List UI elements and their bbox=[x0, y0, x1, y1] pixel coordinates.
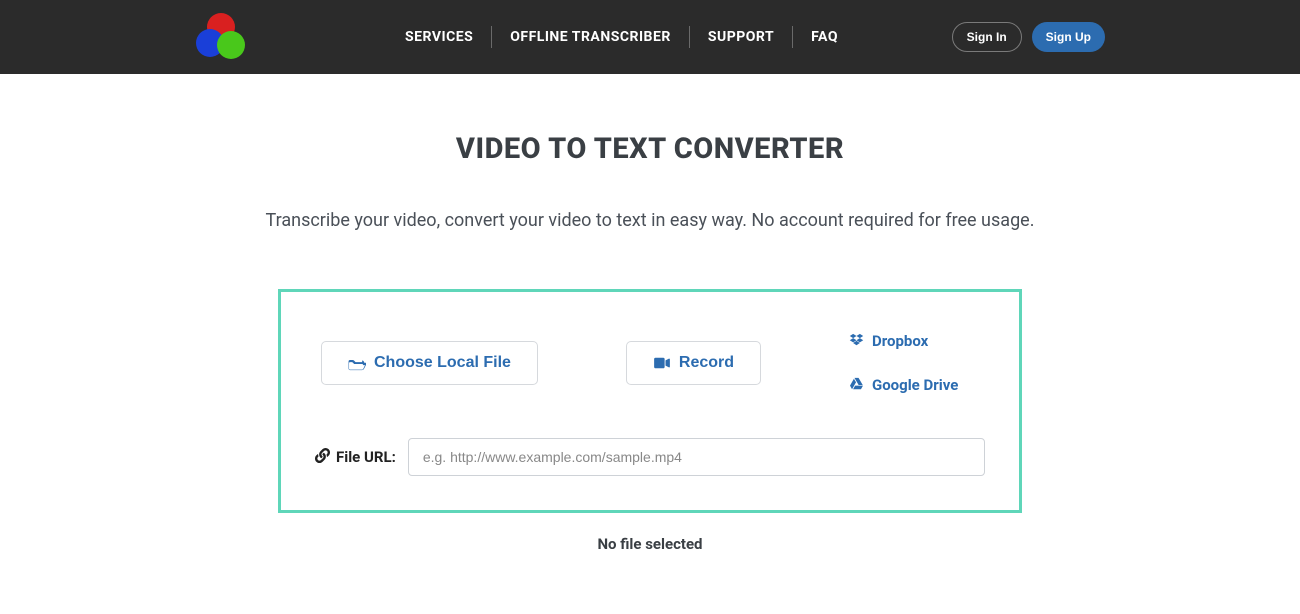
google-drive-label: Google Drive bbox=[872, 376, 958, 394]
signup-button[interactable]: Sign Up bbox=[1032, 22, 1105, 52]
top-navbar: SERVICES OFFLINE TRANSCRIBER SUPPORT FAQ… bbox=[0, 0, 1300, 74]
upload-actions-row: Choose Local File Record Dropbox bbox=[301, 332, 999, 394]
main-content: VIDEO TO TEXT CONVERTER Transcribe your … bbox=[0, 74, 1300, 553]
file-url-label-wrap: File URL: bbox=[315, 448, 396, 467]
file-url-row: File URL: bbox=[301, 438, 999, 476]
record-label: Record bbox=[679, 354, 734, 372]
google-drive-icon bbox=[849, 376, 864, 394]
video-camera-icon bbox=[653, 356, 671, 370]
nav-links: SERVICES OFFLINE TRANSCRIBER SUPPORT FAQ bbox=[387, 26, 856, 48]
choose-local-file-label: Choose Local File bbox=[374, 354, 511, 372]
page-title: VIDEO TO TEXT CONVERTER bbox=[0, 132, 1300, 166]
file-url-input[interactable] bbox=[408, 438, 985, 476]
dropbox-label: Dropbox bbox=[872, 332, 928, 350]
signin-button[interactable]: Sign In bbox=[952, 22, 1022, 52]
site-logo[interactable] bbox=[195, 11, 247, 63]
file-url-label: File URL: bbox=[336, 448, 396, 466]
nav-services[interactable]: SERVICES bbox=[387, 27, 491, 47]
page-subtitle: Transcribe your video, convert your vide… bbox=[0, 210, 1300, 231]
nav-offline-transcriber[interactable]: OFFLINE TRANSCRIBER bbox=[492, 27, 689, 47]
link-icon bbox=[315, 448, 330, 467]
nav-support[interactable]: SUPPORT bbox=[690, 27, 792, 47]
no-file-status: No file selected bbox=[0, 535, 1300, 553]
folder-open-icon bbox=[348, 356, 366, 371]
cloud-links: Dropbox Google Drive bbox=[849, 332, 979, 394]
upload-panel: Choose Local File Record Dropbox bbox=[278, 289, 1022, 513]
auth-buttons: Sign In Sign Up bbox=[952, 22, 1105, 52]
dropbox-icon bbox=[849, 332, 864, 350]
google-drive-link[interactable]: Google Drive bbox=[849, 376, 958, 394]
choose-local-file-button[interactable]: Choose Local File bbox=[321, 341, 538, 385]
dropbox-link[interactable]: Dropbox bbox=[849, 332, 928, 350]
nav-faq[interactable]: FAQ bbox=[793, 27, 856, 47]
record-button[interactable]: Record bbox=[626, 341, 761, 385]
